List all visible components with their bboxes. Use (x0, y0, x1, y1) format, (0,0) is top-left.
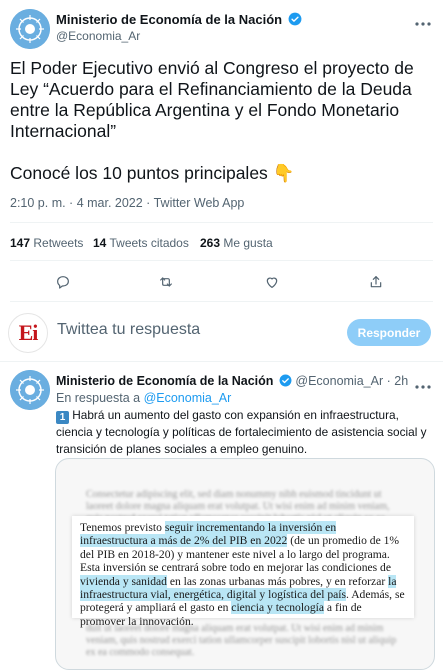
likes-stat[interactable]: 263 Me gusta (200, 236, 273, 250)
retweets-stat[interactable]: 147 Retweets (10, 236, 83, 250)
user-avatar[interactable]: Ei (8, 313, 48, 353)
reply-text: 1 Habrá un aumento del gasto con expansi… (56, 407, 434, 457)
likes-count: 263 (200, 236, 221, 250)
verified-badge-icon (288, 12, 302, 26)
reply-text-body: Habrá un aumento del gasto con expansión… (56, 408, 427, 456)
retweets-label: Retweets (33, 236, 84, 250)
in-reply-to-handle[interactable]: @Economia_Ar (144, 391, 232, 405)
divider (10, 301, 433, 302)
author-name-text: Ministerio de Economía de la Nación (56, 12, 283, 27)
reply-author-name[interactable]: Ministerio de Economía de la Nación (56, 374, 273, 388)
verified-badge-icon (279, 374, 292, 387)
divider (0, 361, 443, 362)
doc-highlight: ciencia y tecnología (231, 601, 325, 615)
like-icon[interactable] (264, 274, 280, 290)
doc-text: en las zonas urbanas más pobres, y en re… (166, 574, 389, 588)
doc-text: Tenemos previsto (80, 521, 165, 534)
share-icon[interactable] (368, 274, 384, 290)
retweet-icon[interactable] (158, 274, 174, 290)
tweet-text: El Poder Ejecutivo envió al Congreso el … (10, 58, 414, 141)
retweets-count: 147 (10, 236, 31, 250)
reply-author-avatar[interactable] (10, 370, 50, 410)
author-name[interactable]: Ministerio de Economía de la Nación (56, 12, 302, 27)
reply-time[interactable]: · 2h (387, 374, 409, 388)
in-reply-to-label: En respuesta a (56, 391, 141, 405)
reply-submit-button[interactable]: Responder (347, 319, 431, 346)
reply-icon[interactable] (55, 274, 71, 290)
attached-image[interactable]: Consectetur adipiscing elit, sed diam no… (55, 458, 435, 670)
blurred-text-bottom: duit ut laoreet dolore magna aliquam era… (86, 623, 397, 658)
tweet-meta[interactable]: 2:10 p. m. · 4 mar. 2022 · Twitter Web A… (10, 196, 244, 210)
divider (10, 222, 433, 223)
doc-highlight: vivienda y sanidad (80, 574, 167, 588)
tweet-text-cta: Conocé los 10 puntos principales 👇 (10, 163, 295, 183)
quotes-stat[interactable]: 14 Tweets citados (93, 236, 189, 250)
sun-emblem-icon (10, 9, 50, 49)
in-reply-to: En respuesta a @Economia_Ar (56, 391, 231, 405)
quotes-label: Tweets citados (109, 236, 189, 250)
reply-more-options-icon[interactable] (415, 377, 431, 395)
more-options-icon[interactable] (415, 14, 431, 32)
user-avatar-logo: Ei (18, 320, 39, 345)
keycap-one-icon: 1 (56, 411, 69, 424)
author-handle[interactable]: @Economia_Ar (56, 29, 140, 43)
reply-author-handle[interactable]: @Economia_Ar (295, 374, 383, 388)
quotes-count: 14 (93, 236, 107, 250)
reply-input[interactable]: Twittea tu respuesta (57, 321, 200, 339)
likes-label: Me gusta (223, 236, 273, 250)
sun-emblem-icon (10, 370, 50, 410)
document-excerpt: Tenemos previsto seguir incrementando la… (72, 516, 414, 628)
divider (10, 260, 433, 261)
reply-header: Ministerio de Economía de la Nación @Eco… (56, 374, 408, 388)
author-avatar[interactable] (10, 9, 50, 49)
